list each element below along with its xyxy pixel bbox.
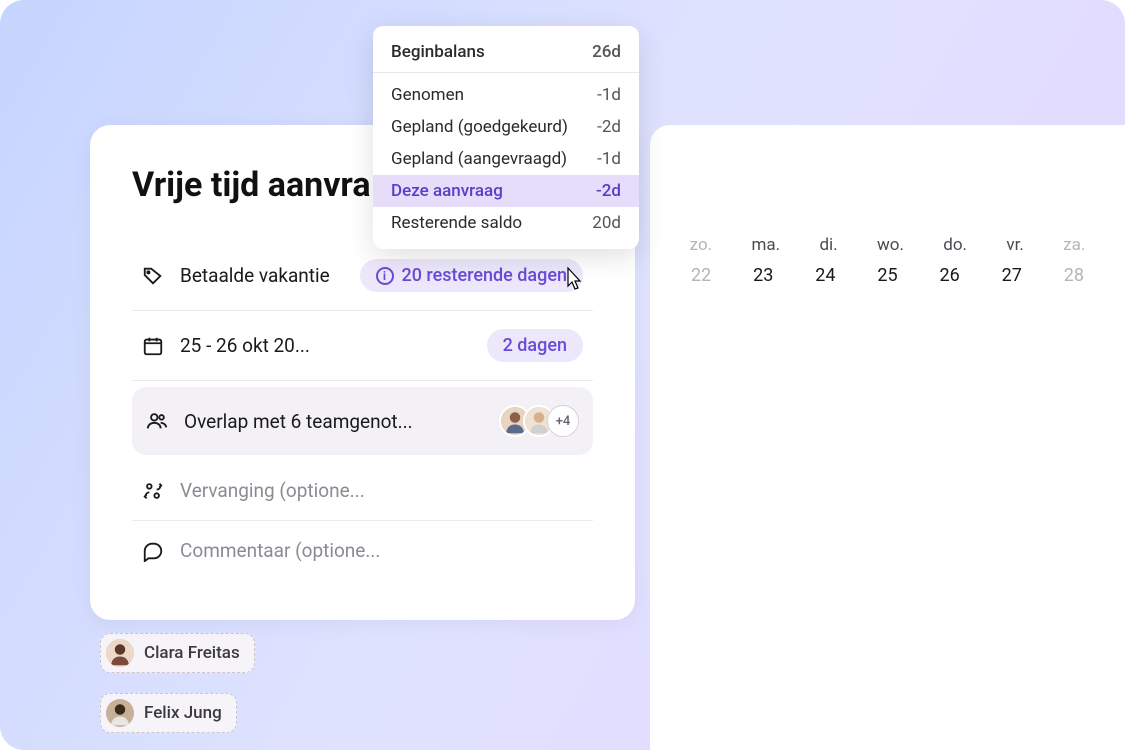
- row-date-range[interactable]: 25 - 26 okt 20... 2 dagen: [132, 311, 593, 381]
- popover-value: -1d: [597, 149, 621, 169]
- team-icon: [146, 410, 168, 432]
- avatar-more-badge: +4: [547, 405, 579, 437]
- popover-value: 26d: [592, 42, 621, 62]
- remaining-days-text: 20 resterende dagen: [402, 265, 568, 286]
- date-28: 28: [1064, 265, 1084, 286]
- popover-label: Resterende saldo: [391, 213, 522, 233]
- overlap-label: Overlap met 6 teamgenot...: [184, 410, 483, 433]
- timeline-panel: zo. ma. di. wo. do. vr. za. 22 23 24 25 …: [650, 125, 1125, 750]
- avatar-icon: [106, 639, 134, 667]
- date-25: 25: [877, 265, 897, 286]
- chip-label: Felix Jung: [144, 703, 222, 723]
- swap-people-icon: [142, 480, 164, 502]
- popover-row-planned-requested: Gepland (aangevraagd) -1d: [373, 143, 639, 175]
- popover-label: Deze aanvraag: [391, 181, 503, 201]
- timeline-chip-felix[interactable]: Felix Jung: [100, 693, 237, 733]
- popover-row-remaining: Resterende saldo 20d: [373, 207, 639, 239]
- day-do: do.: [943, 235, 967, 255]
- day-zo: zo.: [690, 235, 712, 255]
- comment-label: Commentaar (optione...: [180, 539, 583, 562]
- popover-row-begin: Beginbalans 26d: [373, 36, 639, 73]
- replacement-label: Vervanging (optione...: [180, 479, 583, 502]
- day-wo: wo.: [877, 235, 904, 255]
- tag-icon: [142, 265, 164, 287]
- avatar-icon: [106, 699, 134, 727]
- date-23: 23: [753, 265, 773, 286]
- remaining-days-pill[interactable]: i 20 resterende dagen: [360, 259, 584, 292]
- day-vr: vr.: [1006, 235, 1023, 255]
- date-range-label: 25 - 26 okt 20...: [180, 334, 471, 357]
- overlap-avatars: +4: [499, 405, 579, 437]
- popover-label: Gepland (goedgekeurd): [391, 117, 568, 137]
- popover-row-this-request: Deze aanvraag -2d: [373, 175, 639, 207]
- popover-value: -2d: [596, 181, 621, 201]
- day-di: di.: [819, 235, 837, 255]
- duration-pill: 2 dagen: [487, 329, 583, 362]
- info-icon: i: [376, 267, 394, 285]
- popover-label: Beginbalans: [391, 42, 485, 62]
- row-replacement[interactable]: Vervanging (optione...: [132, 461, 593, 521]
- row-comment[interactable]: Commentaar (optione...: [132, 521, 593, 580]
- date-27: 27: [1002, 265, 1022, 286]
- calendar-day-header: zo. ma. di. wo. do. vr. za.: [670, 235, 1105, 255]
- popover-value: -2d: [597, 117, 621, 137]
- chip-label: Clara Freitas: [144, 643, 240, 663]
- day-za: za.: [1063, 235, 1085, 255]
- popover-value: -1d: [597, 85, 621, 105]
- row-overlap[interactable]: Overlap met 6 teamgenot... +4: [132, 387, 593, 455]
- popover-row-planned-approved: Gepland (goedgekeurd) -2d: [373, 111, 639, 143]
- popover-label: Genomen: [391, 85, 464, 105]
- date-22: 22: [691, 265, 711, 286]
- date-24: 24: [815, 265, 835, 286]
- row-leave-type[interactable]: Betaalde vakantie i 20 resterende dagen: [132, 241, 593, 311]
- popover-value: 20d: [592, 213, 621, 233]
- day-ma: ma.: [751, 235, 780, 255]
- comment-icon: [142, 540, 164, 562]
- duration-text: 2 dagen: [503, 335, 567, 356]
- pointer-cursor-icon: [560, 266, 584, 298]
- timeline-chip-clara[interactable]: Clara Freitas: [100, 633, 255, 673]
- date-26: 26: [940, 265, 960, 286]
- calendar-icon: [142, 335, 164, 357]
- calendar-date-header: 22 23 24 25 26 27 28: [670, 265, 1105, 286]
- popover-row-taken: Genomen -1d: [373, 79, 639, 111]
- popover-label: Gepland (aangevraagd): [391, 149, 567, 169]
- leave-type-label: Betaalde vakantie: [180, 264, 344, 287]
- balance-popover: Beginbalans 26d Genomen -1d Gepland (goe…: [373, 26, 639, 249]
